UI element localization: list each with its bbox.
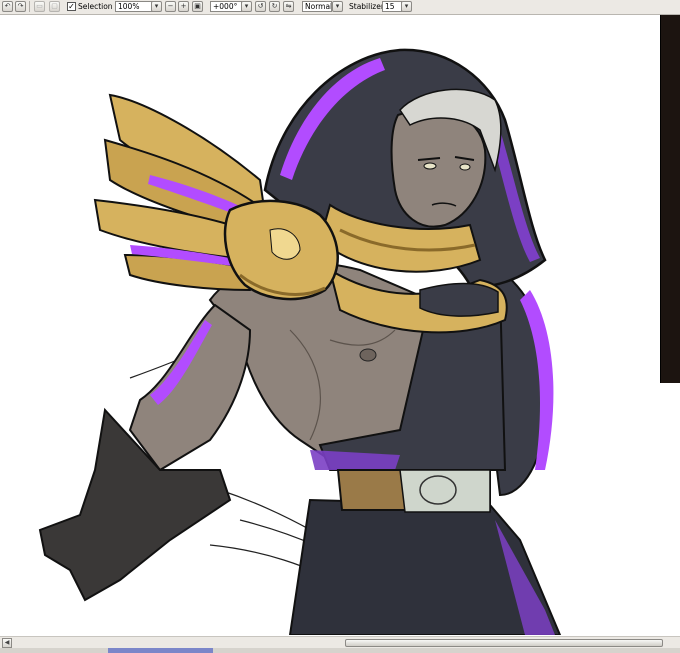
drawing-canvas[interactable]	[0, 15, 680, 635]
navigator-thumbnail[interactable]	[660, 15, 680, 383]
flip-icon[interactable]: ⇋	[283, 1, 294, 12]
scrollbar-thumb[interactable]	[345, 639, 663, 647]
selection-checkbox[interactable]: ✓	[67, 2, 76, 11]
active-tab-indicator[interactable]	[108, 648, 213, 653]
zoom-in-icon[interactable]: +	[178, 1, 189, 12]
redo-icon[interactable]: ↷	[15, 1, 26, 12]
blend-mode-dropdown-icon[interactable]: ▾	[332, 1, 343, 12]
deselect-icon[interactable]: ▭	[34, 1, 45, 12]
arm	[128, 303, 252, 472]
status-bar	[0, 648, 680, 653]
zoom-out-icon[interactable]: −	[165, 1, 176, 12]
zoom-input[interactable]: 100%	[115, 1, 153, 12]
selection-label: Selection	[78, 2, 113, 11]
clear-icon[interactable]: ▢	[49, 1, 60, 12]
undo-icon[interactable]: ↶	[2, 1, 13, 12]
toolbar: ↶ ↷ ▭ ▢ ✓ Selection 100% ▾ − + ▣ +000° ▾…	[0, 0, 680, 15]
stabilizer-label: Stabilizer	[349, 2, 384, 11]
rotate-left-icon[interactable]: ↺	[255, 1, 266, 12]
stabilizer-input[interactable]: 15	[382, 1, 402, 12]
rotation-input[interactable]: +000°	[210, 1, 242, 12]
zoom-reset-icon[interactable]: ▣	[192, 1, 203, 12]
rotate-dropdown-icon[interactable]: ▾	[241, 1, 252, 12]
rotate-right-icon[interactable]: ↻	[269, 1, 280, 12]
scroll-left-icon[interactable]: ◀	[2, 638, 12, 648]
zoom-dropdown-icon[interactable]: ▾	[151, 1, 162, 12]
toolbar-separator	[29, 1, 30, 12]
stabilizer-dropdown-icon[interactable]: ▾	[401, 1, 412, 12]
blend-mode-select[interactable]: Normal	[302, 1, 332, 12]
artwork	[38, 48, 562, 635]
